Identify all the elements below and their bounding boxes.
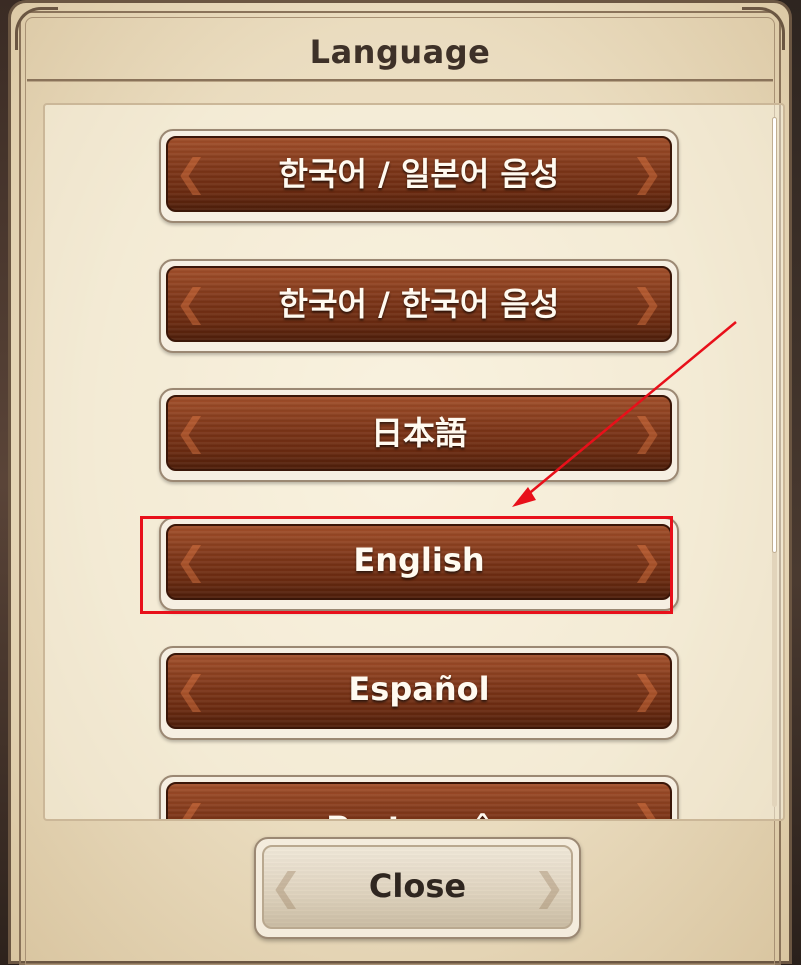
language-option-label: 한국어 / 일본어 음성 [278, 155, 560, 193]
title-divider [27, 79, 773, 82]
language-option-japanese[interactable]: ❮ ❯ 日本語 [159, 388, 679, 482]
language-option-portuguese[interactable]: ❮ ❯ Português [159, 775, 679, 819]
language-option-label: English [353, 541, 485, 579]
language-option-label: 한국어 / 한국어 음성 [278, 285, 560, 323]
dialog-title: Language [309, 33, 491, 71]
language-option-label: Español [348, 670, 490, 708]
language-dialog: Language ❮ ❯ 한국어 / 일본어 음성 ❮ ❯ 한국어 / 한국어 … [8, 0, 792, 965]
language-option-spanish[interactable]: ❮ ❯ Español [159, 646, 679, 740]
language-option-korean-japanese-voice[interactable]: ❮ ❯ 한국어 / 일본어 음성 [159, 129, 679, 223]
scrollbar[interactable] [772, 117, 777, 807]
language-option-label: 日本語 [370, 414, 467, 452]
close-button[interactable]: ❮ ❯ Close [254, 837, 581, 939]
scrollbar-thumb[interactable] [772, 117, 777, 553]
language-option-english[interactable]: ❮ ❯ English [159, 517, 679, 611]
language-option-korean-korean-voice[interactable]: ❮ ❯ 한국어 / 한국어 음성 [159, 259, 679, 353]
close-button-label: Close [368, 867, 467, 905]
language-list[interactable]: ❮ ❯ 한국어 / 일본어 음성 ❮ ❯ 한국어 / 한국어 음성 ❮ ❯ 日本… [43, 103, 785, 821]
language-option-label: Português [161, 787, 677, 819]
